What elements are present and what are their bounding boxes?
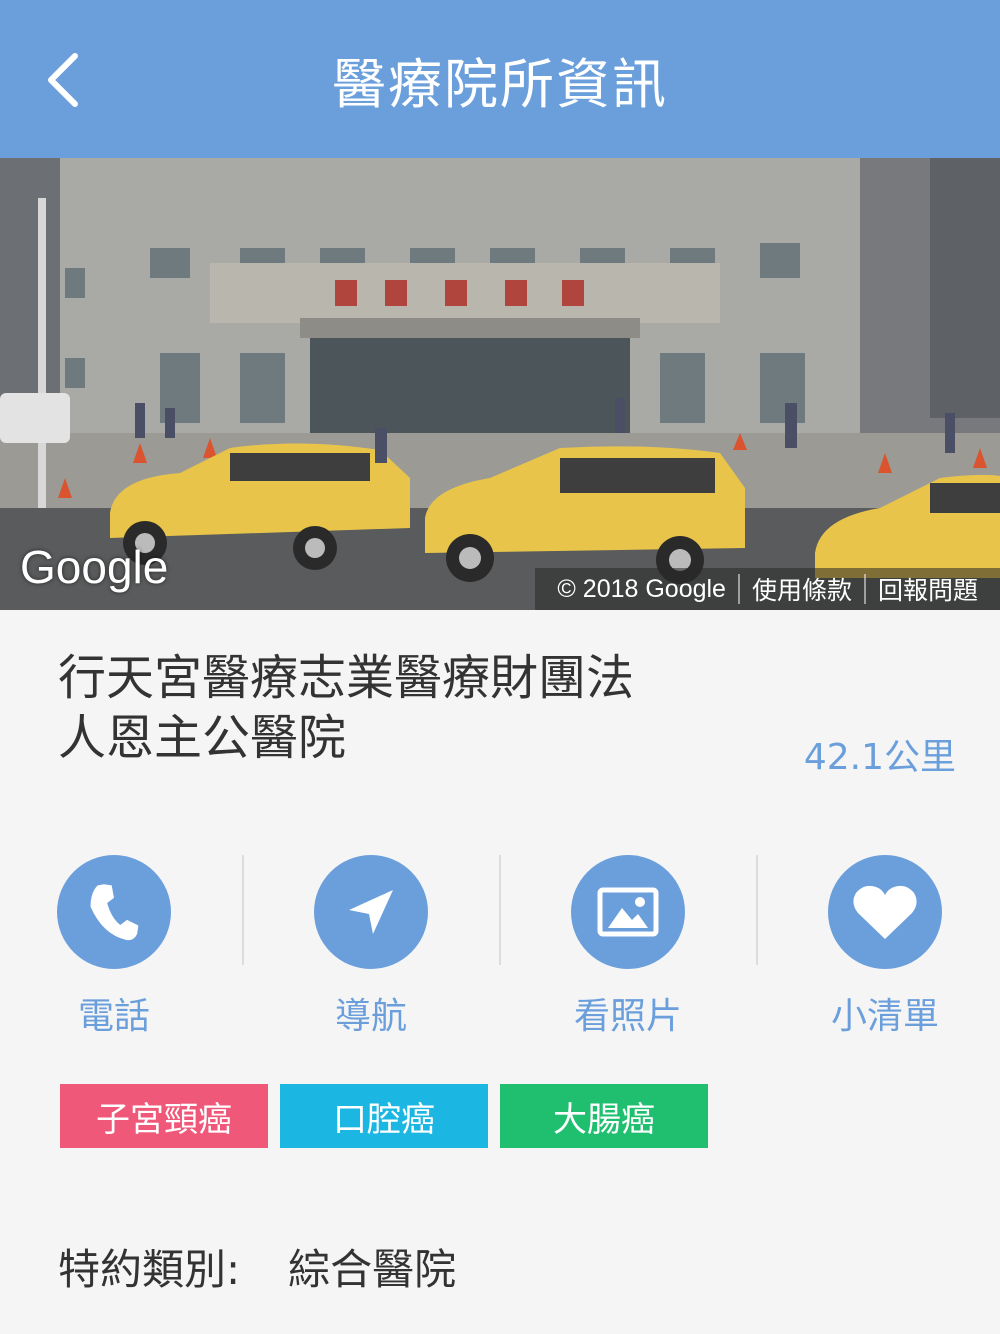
- call-label: 電話: [77, 996, 150, 1037]
- contract-type-label: 特約類別:: [58, 1245, 241, 1294]
- contract-type-value: 綜合醫院: [288, 1245, 457, 1294]
- tag-cervical-cancer[interactable]: 子宮頸癌: [60, 1084, 268, 1148]
- google-logo: Google: [20, 541, 169, 593]
- street-view-photo[interactable]: Google © 2018 Google 使用條款 回報問題: [0, 158, 1000, 610]
- map-attribution-bar: © 2018 Google 使用條款 回報問題: [535, 568, 1000, 610]
- favorites-label: 小清單: [830, 996, 939, 1037]
- tag-oral-cancer[interactable]: 口腔癌: [280, 1084, 488, 1148]
- call-button[interactable]: 電話: [39, 855, 189, 1039]
- copyright-text: © 2018 Google: [557, 574, 726, 603]
- navigation-icon: [314, 855, 428, 969]
- back-button[interactable]: [28, 40, 98, 120]
- hospital-name-line2: 人恩主公醫院: [58, 710, 347, 766]
- photo-icon: [571, 855, 685, 969]
- navigate-button[interactable]: 導航: [296, 855, 446, 1039]
- hospital-info-panel: 行天宮醫療志業醫療財團法 人恩主公醫院 42.1公里 電話 導航 看照片 小清單…: [0, 610, 1000, 1334]
- top-app-bar: 醫療院所資訊: [0, 0, 1000, 158]
- hospital-name-line1: 行天宮醫療志業醫療財團法: [58, 650, 635, 706]
- divider: [756, 855, 758, 965]
- navigate-label: 導航: [334, 996, 407, 1037]
- chevron-left-icon: [48, 53, 78, 107]
- report-problem-link[interactable]: 回報問題: [866, 571, 990, 607]
- favorites-button[interactable]: 小清單: [810, 855, 960, 1039]
- hospital-name: 行天宮醫療志業醫療財團法 人恩主公醫院: [58, 648, 758, 768]
- heart-icon: [828, 855, 942, 969]
- terms-link[interactable]: 使用條款: [740, 571, 864, 607]
- action-bar: 電話 導航 看照片 小清單: [0, 855, 1000, 1037]
- page-title: 醫療院所資訊: [332, 52, 668, 116]
- tag-colorectal-cancer[interactable]: 大腸癌: [500, 1084, 708, 1148]
- phone-icon: [57, 855, 171, 969]
- divider: [499, 855, 501, 965]
- cancer-screening-tags: 子宮頸癌 口腔癌 大腸癌: [60, 1084, 720, 1148]
- view-photos-label: 看照片: [573, 996, 682, 1037]
- view-photos-button[interactable]: 看照片: [553, 855, 703, 1039]
- contract-type-row: 特約類別: 綜合醫院: [58, 1236, 456, 1297]
- divider: [242, 855, 244, 965]
- distance-label: 42.1公里: [803, 737, 956, 778]
